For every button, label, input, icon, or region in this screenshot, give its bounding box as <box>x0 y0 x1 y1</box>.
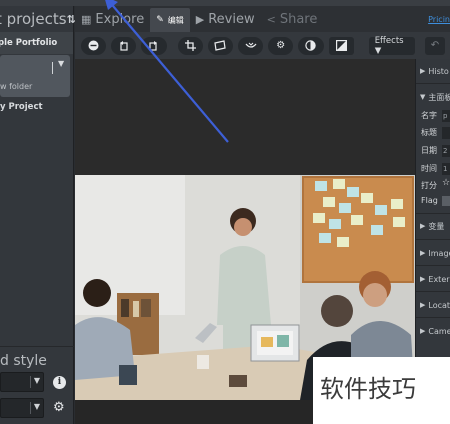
external-label: Exter <box>428 274 450 284</box>
watermark-text: 软件技巧 <box>320 375 416 403</box>
time-field[interactable]: 1 <box>442 163 450 175</box>
star-icon[interactable]: ☆ <box>442 178 450 188</box>
image-label: Image <box>428 248 450 258</box>
chevron-down-icon: ▼ <box>420 93 426 101</box>
date-field[interactable]: 2 <box>442 145 450 157</box>
title-label: 标题 <box>421 128 437 137</box>
time-label: 时间 <box>421 164 437 173</box>
name-field[interactable]: p <box>442 110 450 122</box>
rating-label: 打分 <box>421 181 437 190</box>
flag-label: Flag <box>421 196 438 205</box>
variables-label: 变量 <box>428 221 445 231</box>
watermark: 软件技巧 <box>313 357 450 424</box>
history-label: Histo <box>428 66 449 76</box>
location-section[interactable]: ▶ Locat <box>416 297 450 313</box>
location-label: Locat <box>428 300 450 310</box>
image-section[interactable]: ▶ Image <box>416 245 450 261</box>
chevron-right-icon: ▶ <box>420 301 426 309</box>
flag-toggle[interactable] <box>442 196 450 206</box>
chevron-right-icon: ▶ <box>420 249 426 257</box>
title-field[interactable] <box>442 127 450 139</box>
main-section[interactable]: ▼ 主面板 <box>416 89 450 105</box>
camera-section[interactable]: ▶ Came <box>416 323 450 339</box>
divider <box>416 317 450 318</box>
chevron-right-icon: ▶ <box>420 67 426 75</box>
app-window: t projects ⇅ ple Portfolio ▼ w folder y … <box>0 0 450 424</box>
main-section-label: 主面板 <box>428 92 450 102</box>
divider <box>416 213 450 214</box>
external-section[interactable]: ▶ Exter <box>416 271 450 287</box>
camera-label: Came <box>428 326 450 336</box>
chevron-right-icon: ▶ <box>420 327 426 335</box>
date-label: 日期 <box>421 146 437 155</box>
variables-section[interactable]: ▶ 变量 <box>416 218 450 234</box>
divider <box>416 239 450 240</box>
name-label: 名字 <box>421 111 437 120</box>
chevron-right-icon: ▶ <box>420 222 426 230</box>
divider <box>416 265 450 266</box>
divider <box>416 291 450 292</box>
history-section[interactable]: ▶ Histo <box>416 63 450 79</box>
divider <box>416 83 450 84</box>
chevron-right-icon: ▶ <box>420 275 426 283</box>
